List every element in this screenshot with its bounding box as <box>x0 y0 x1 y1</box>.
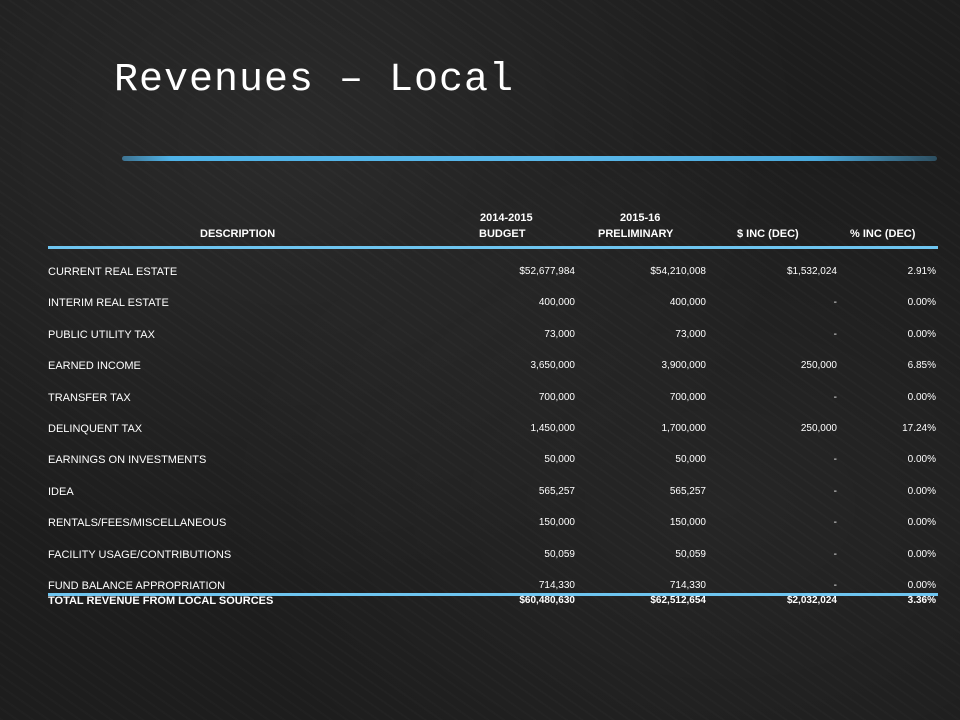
total-preliminary: $62,512,654 <box>650 595 706 606</box>
row-preliminary: $54,210,008 <box>650 266 706 277</box>
row-inc-pct: 2.91% <box>907 266 936 277</box>
table-row: EARNINGS ON INVESTMENTS 50,000 50,000 - 0.00… <box>48 446 938 477</box>
row-description: DELINQUENT TAX <box>48 422 143 435</box>
row-preliminary: 73,000 <box>675 328 706 340</box>
row-description: TRANSFER TAX <box>48 391 131 404</box>
row-budget: 1,450,000 <box>530 422 576 434</box>
row-budget: 73,000 <box>544 328 575 340</box>
row-inc-dollar: - <box>833 517 837 529</box>
table-row: PUBLIC UTILITY TAX 73,000 73,000 - 0.00% <box>48 321 938 352</box>
row-description: EARNINGS ON INVESTMENTS <box>48 454 207 467</box>
row-budget: 714,330 <box>538 579 575 591</box>
row-inc-pct: 0.00% <box>907 454 936 466</box>
table-header: DESCRIPTION 2014-2015 BUDGET 2015-16 PRE… <box>48 210 938 242</box>
table-body: CURRENT REAL ESTATE $52,677,984 $54,210,00… <box>48 258 938 603</box>
row-inc-dollar: - <box>833 548 837 560</box>
row-preliminary: 400,000 <box>669 297 706 309</box>
row-preliminary: 700,000 <box>669 391 706 403</box>
table-row: CURRENT REAL ESTATE $52,677,984 $54,210,00… <box>48 258 938 289</box>
row-preliminary: 150,000 <box>669 517 706 529</box>
total-inc-dollar: $2,032,024 <box>786 595 837 606</box>
header-budget-year: 2014-2015 <box>480 212 533 224</box>
row-inc-pct: 0.00% <box>907 391 936 403</box>
header-description: DESCRIPTION <box>200 228 276 240</box>
row-description: EARNED INCOME <box>48 360 141 373</box>
row-inc-pct: 0.00% <box>907 297 936 309</box>
row-inc-dollar: - <box>833 454 837 466</box>
total-row: TOTAL REVENUE FROM LOCAL SOURCES $60,480… <box>48 592 938 612</box>
table-row: FACILITY USAGE/CONTRIBUTIONS 50,059 50,059… <box>48 541 938 572</box>
row-description: IDEA <box>48 485 74 498</box>
row-budget: 400,000 <box>538 297 575 309</box>
row-budget: 150,000 <box>538 517 575 529</box>
slide-title: Revenues – Local <box>114 58 515 103</box>
header-rule <box>48 246 938 249</box>
row-inc-pct: 0.00% <box>907 485 936 497</box>
row-inc-pct: 0.00% <box>907 579 936 591</box>
row-budget: 565,257 <box>538 485 575 497</box>
row-inc-pct: 0.00% <box>907 328 936 340</box>
title-underline <box>122 156 937 161</box>
row-preliminary: 565,257 <box>669 485 706 497</box>
row-preliminary: 714,330 <box>669 579 706 591</box>
row-preliminary: 50,000 <box>675 454 706 466</box>
row-preliminary: 50,059 <box>675 548 706 560</box>
row-description: FUND BALANCE APPROPRIATION <box>48 579 226 592</box>
header-inc-pct: % INC (DEC) <box>850 228 916 240</box>
total-inc-pct: 3.36% <box>907 595 936 606</box>
row-inc-pct: 0.00% <box>907 517 936 529</box>
total-description: TOTAL REVENUE FROM LOCAL SOURCES <box>48 595 274 607</box>
row-inc-dollar: - <box>833 297 837 309</box>
row-budget: 700,000 <box>538 391 575 403</box>
row-inc-dollar: 250,000 <box>800 422 837 434</box>
row-budget: $52,677,984 <box>519 266 575 277</box>
table-row: IDEA 565,257 565,257 - 0.00% <box>48 478 938 509</box>
table-row: RENTALS/FEES/MISCELLANEOUS 150,000 150,000… <box>48 509 938 540</box>
table-row: TRANSFER TAX 700,000 700,000 - 0.00% <box>48 384 938 415</box>
table-row: EARNED INCOME 3,650,000 3,900,000 250,000 6.… <box>48 352 938 383</box>
row-budget: 50,059 <box>544 548 575 560</box>
row-budget: 50,000 <box>544 454 575 466</box>
row-inc-dollar: - <box>833 579 837 591</box>
row-inc-pct: 17.24% <box>902 422 936 434</box>
row-inc-pct: 0.00% <box>907 548 936 560</box>
row-description: FACILITY USAGE/CONTRIBUTIONS <box>48 548 232 561</box>
row-inc-dollar: $1,532,024 <box>786 266 837 277</box>
header-prelim-year: 2015-16 <box>620 212 661 224</box>
row-preliminary: 1,700,000 <box>661 422 707 434</box>
table-row: DELINQUENT TAX 1,450,000 1,700,000 250,000 1… <box>48 415 938 446</box>
row-inc-dollar: - <box>833 485 837 497</box>
revenue-table: DESCRIPTION 2014-2015 BUDGET 2015-16 PRE… <box>48 210 938 607</box>
table-row: INTERIM REAL ESTATE 400,000 400,000 - 0.00% <box>48 289 938 320</box>
row-inc-dollar: - <box>833 328 837 340</box>
header-preliminary: PRELIMINARY <box>598 228 674 240</box>
header-budget: BUDGET <box>479 228 526 240</box>
row-preliminary: 3,900,000 <box>661 360 707 372</box>
row-description: PUBLIC UTILITY TAX <box>48 328 155 341</box>
row-description: CURRENT REAL ESTATE <box>48 266 178 278</box>
header-inc-dollar: $ INC (DEC) <box>737 228 799 240</box>
row-inc-dollar: - <box>833 391 837 403</box>
total-budget: $60,480,630 <box>519 595 575 606</box>
row-inc-pct: 6.85% <box>907 360 936 372</box>
row-budget: 3,650,000 <box>530 360 576 372</box>
row-description: INTERIM REAL ESTATE <box>48 297 169 310</box>
row-inc-dollar: 250,000 <box>800 360 837 372</box>
row-description: RENTALS/FEES/MISCELLANEOUS <box>48 517 227 530</box>
